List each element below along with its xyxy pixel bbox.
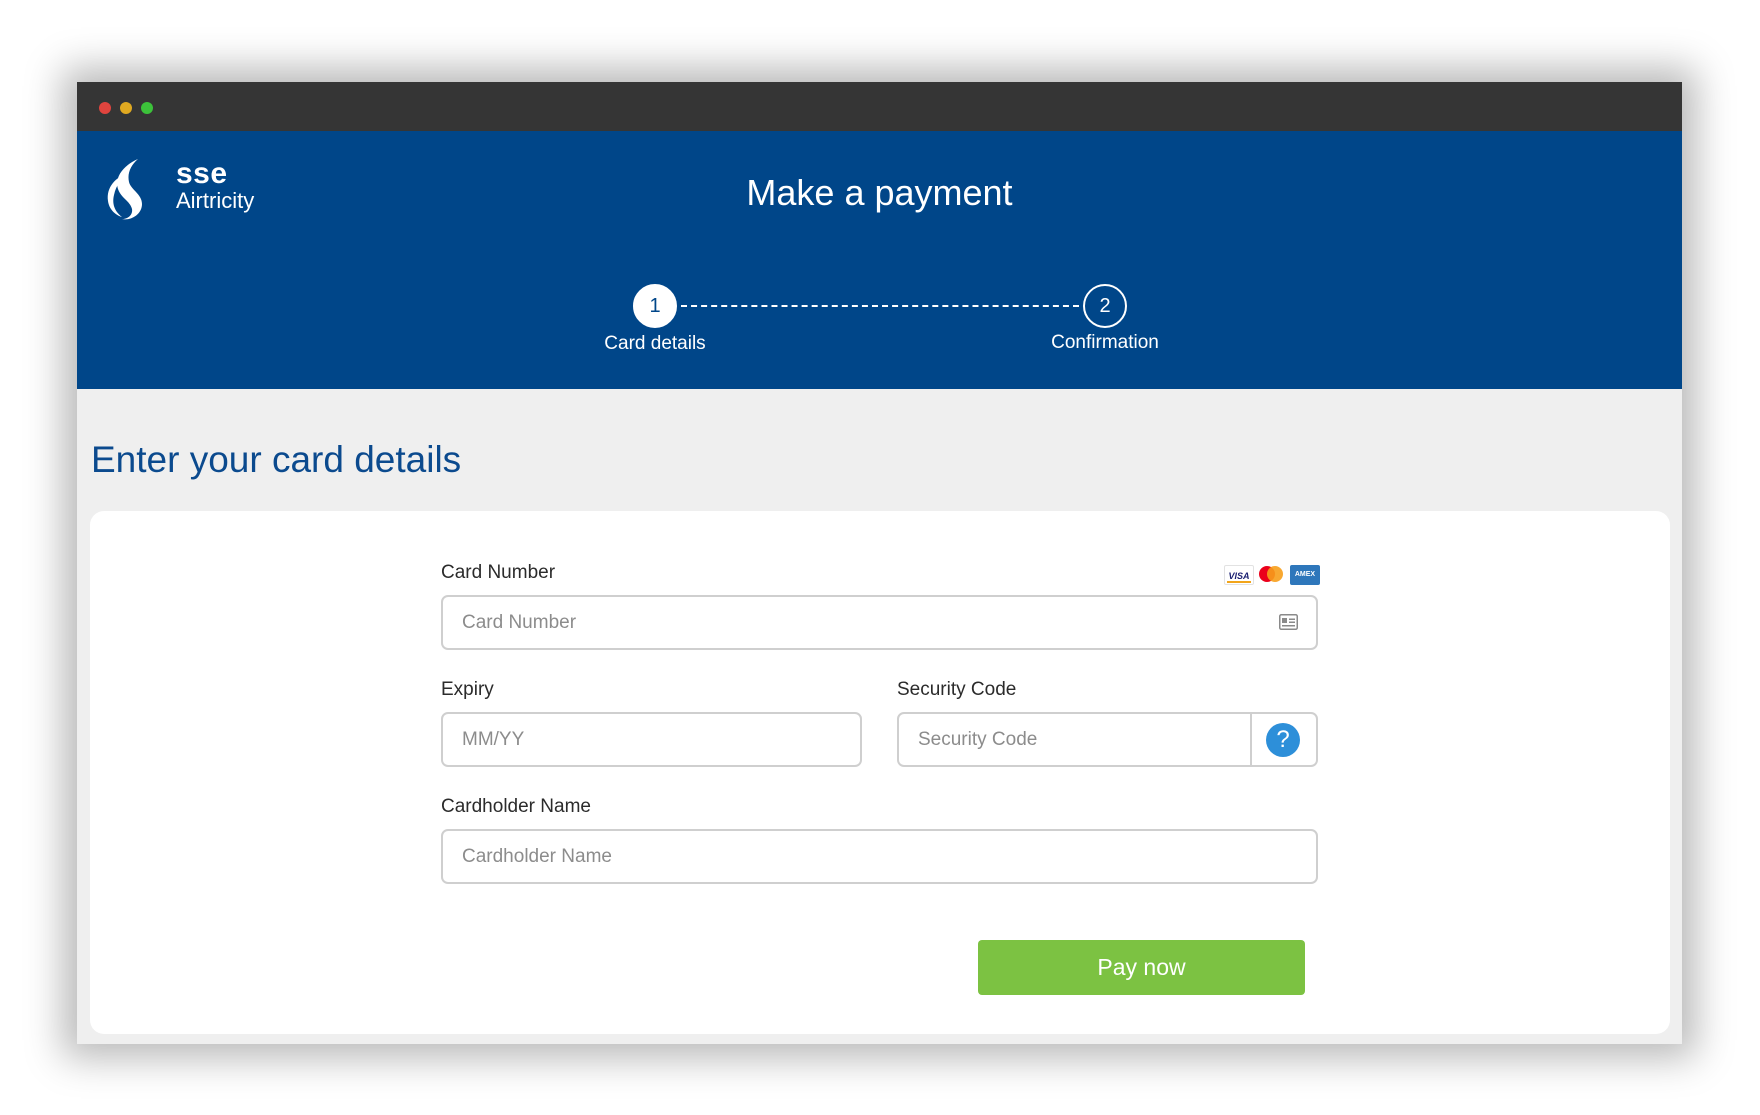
pay-now-button[interactable]: Pay now [978, 940, 1305, 995]
cardholder-name-label: Cardholder Name [441, 796, 591, 817]
progress-stepper: 1 Card details 2 Confirmation [77, 131, 1682, 389]
help-icon[interactable]: ? [1266, 723, 1300, 757]
minimize-window-button[interactable] [120, 102, 132, 114]
close-window-button[interactable] [99, 102, 111, 114]
mastercard-icon [1258, 565, 1284, 585]
expiry-field [441, 712, 862, 767]
maximize-window-button[interactable] [141, 102, 153, 114]
amex-icon: AMEX [1290, 565, 1320, 585]
window-titlebar [77, 82, 1682, 131]
security-code-field: ? [897, 712, 1318, 767]
expiry-label: Expiry [441, 679, 494, 700]
security-code-help-box: ? [1250, 714, 1316, 765]
step-1-label: Card details [604, 333, 706, 354]
card-details-form: Card Number VISA AMEX Expiry [90, 511, 1670, 1034]
card-number-field [441, 595, 1318, 650]
step-2-indicator: 2 [1083, 284, 1127, 328]
step-2-label: Confirmation [1051, 332, 1159, 353]
visa-icon: VISA [1224, 565, 1254, 585]
card-number-input[interactable] [443, 597, 1316, 648]
section-title: Enter your card details [91, 439, 462, 480]
cardholder-name-input[interactable] [443, 831, 1316, 882]
id-card-icon [1279, 614, 1298, 630]
card-details-form-panel: Card Number VISA AMEX Expiry [90, 511, 1670, 1034]
page-header: sse Airtricity Make a payment 1 Card det… [77, 131, 1682, 389]
step-1-indicator: 1 [633, 284, 677, 328]
cardholder-name-field [441, 829, 1318, 884]
stepper-connector [681, 305, 1079, 307]
card-number-label: Card Number [441, 562, 556, 583]
security-code-input[interactable] [899, 714, 1249, 765]
expiry-input[interactable] [443, 714, 860, 765]
browser-window: sse Airtricity Make a payment 1 Card det… [77, 82, 1682, 1044]
accepted-cards: VISA AMEX [1224, 565, 1320, 587]
security-code-label: Security Code [897, 679, 1017, 700]
